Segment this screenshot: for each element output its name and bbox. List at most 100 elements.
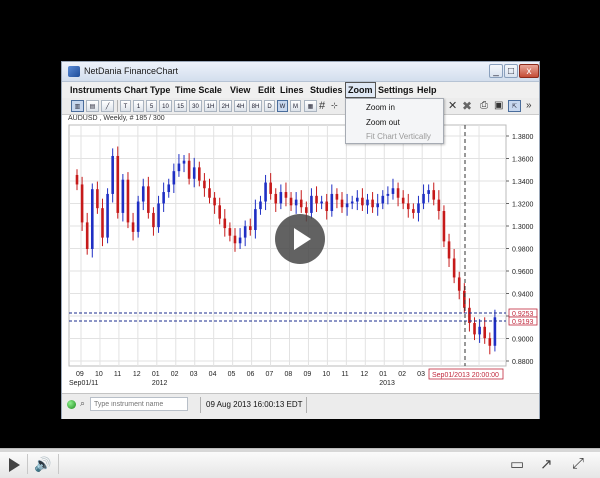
month-tick-label: 10 — [95, 371, 103, 378]
candle-body — [310, 195, 313, 213]
price-tick-label: 0.9400 — [512, 292, 534, 299]
candle-body — [457, 277, 461, 291]
candle-body — [452, 258, 456, 278]
year-tick-label: 2012 — [152, 380, 168, 387]
month-tick-label: 03 — [190, 371, 198, 378]
candle-body — [294, 199, 298, 206]
status-timestamp: 09 Aug 2013 16:00:13 EDT — [206, 400, 303, 409]
connection-status-icon — [67, 400, 76, 409]
candle-body — [381, 195, 385, 204]
price-badge-label: 0.9193 — [512, 319, 534, 326]
candle-body — [233, 235, 237, 244]
candle-body — [396, 188, 400, 198]
candle-body — [187, 160, 191, 179]
candle-body — [289, 197, 293, 206]
candle-body — [340, 199, 344, 208]
price-tick-label: 1.3800 — [512, 134, 534, 141]
month-tick-label: 08 — [285, 371, 293, 378]
volume-icon[interactable]: 🔊 — [34, 456, 51, 473]
status-separator — [306, 397, 307, 413]
candle-body — [90, 189, 94, 249]
player-divider — [27, 454, 28, 474]
candle-body — [228, 228, 232, 236]
price-tick-label: 0.8800 — [512, 359, 534, 366]
candle-body — [75, 174, 79, 185]
month-tick-label: 09 — [76, 371, 84, 378]
zoom-dropdown-menu: Zoom in Zoom out Fit Chart Vertically — [345, 98, 444, 144]
candle-body — [417, 203, 420, 213]
player-divider — [58, 454, 59, 474]
candle-body — [366, 199, 369, 206]
month-tick-label: 04 — [209, 371, 217, 378]
captions-icon[interactable]: ▭ — [510, 455, 524, 473]
candle-body — [350, 201, 354, 204]
candle-body — [437, 199, 441, 212]
fullscreen-icon[interactable]: ⤢ — [572, 455, 584, 472]
candle-body — [401, 197, 405, 204]
video-player-controls: 🔊 ▭ ↗ ⤢ — [0, 448, 600, 478]
candle-body — [162, 192, 165, 204]
status-separator — [200, 397, 201, 413]
candle-body — [473, 322, 476, 335]
candle-body — [131, 222, 135, 232]
zoom-out-item[interactable]: Zoom out — [366, 118, 400, 127]
zoom-in-item[interactable]: Zoom in — [366, 103, 395, 112]
candle-body — [488, 338, 492, 346]
candle-body — [371, 199, 374, 208]
candle-body — [121, 179, 125, 213]
month-tick-label: 05 — [228, 371, 236, 378]
price-tick-label: 1.3200 — [512, 202, 534, 209]
candle-body — [172, 171, 176, 185]
candle-body — [182, 160, 186, 164]
month-tick-label: 06 — [247, 371, 255, 378]
price-tick-label: 0.9000 — [512, 337, 534, 344]
year-tick-label: Sep01/11 — [69, 380, 99, 387]
candle-body — [116, 155, 120, 213]
candle-body — [203, 180, 206, 189]
video-play-overlay-button[interactable] — [275, 214, 325, 264]
candle-body — [213, 197, 216, 206]
candle-body — [432, 190, 436, 200]
candle-body — [157, 203, 160, 228]
share-icon[interactable]: ↗ — [540, 455, 553, 473]
candle-body — [335, 193, 339, 200]
play-icon[interactable] — [9, 458, 20, 472]
price-tick-label: 1.3000 — [512, 224, 534, 231]
candle-body — [106, 193, 109, 238]
candle-body — [406, 203, 410, 210]
candle-body — [208, 188, 211, 198]
candle-body — [274, 193, 278, 204]
video-progress-bar[interactable] — [0, 449, 600, 452]
instrument-search-input[interactable] — [90, 397, 188, 411]
candle-body — [284, 192, 288, 198]
candle-body — [147, 186, 150, 213]
candle-body — [361, 197, 364, 206]
candle-body — [442, 211, 446, 242]
candle-body — [330, 193, 334, 212]
candle-body — [101, 208, 104, 238]
candle-body — [243, 226, 247, 238]
candle-body — [177, 163, 181, 172]
month-tick-label: 01 — [152, 371, 160, 378]
candle-body — [259, 201, 262, 210]
month-tick-label: 09 — [303, 371, 311, 378]
candle-body — [412, 209, 415, 213]
month-tick-label: 11 — [114, 371, 121, 378]
candle-body — [391, 188, 395, 194]
candle-body — [356, 197, 359, 202]
candle-body — [167, 184, 171, 193]
fit-chart-vertically-item: Fit Chart Vertically — [366, 132, 431, 141]
year-tick-label: 2013 — [379, 380, 395, 387]
candle-body — [198, 167, 201, 181]
month-tick-label: 10 — [322, 371, 330, 378]
price-tick-label: 1.3400 — [512, 179, 534, 186]
candle-body — [376, 203, 379, 208]
candle-body — [427, 190, 430, 194]
candle-body — [248, 226, 252, 230]
candle-body — [126, 179, 130, 223]
candle-body — [299, 199, 303, 208]
candle-body — [96, 189, 99, 209]
month-tick-label: 12 — [133, 371, 141, 378]
month-tick-label: 07 — [266, 371, 274, 378]
month-tick-label: 02 — [398, 371, 406, 378]
